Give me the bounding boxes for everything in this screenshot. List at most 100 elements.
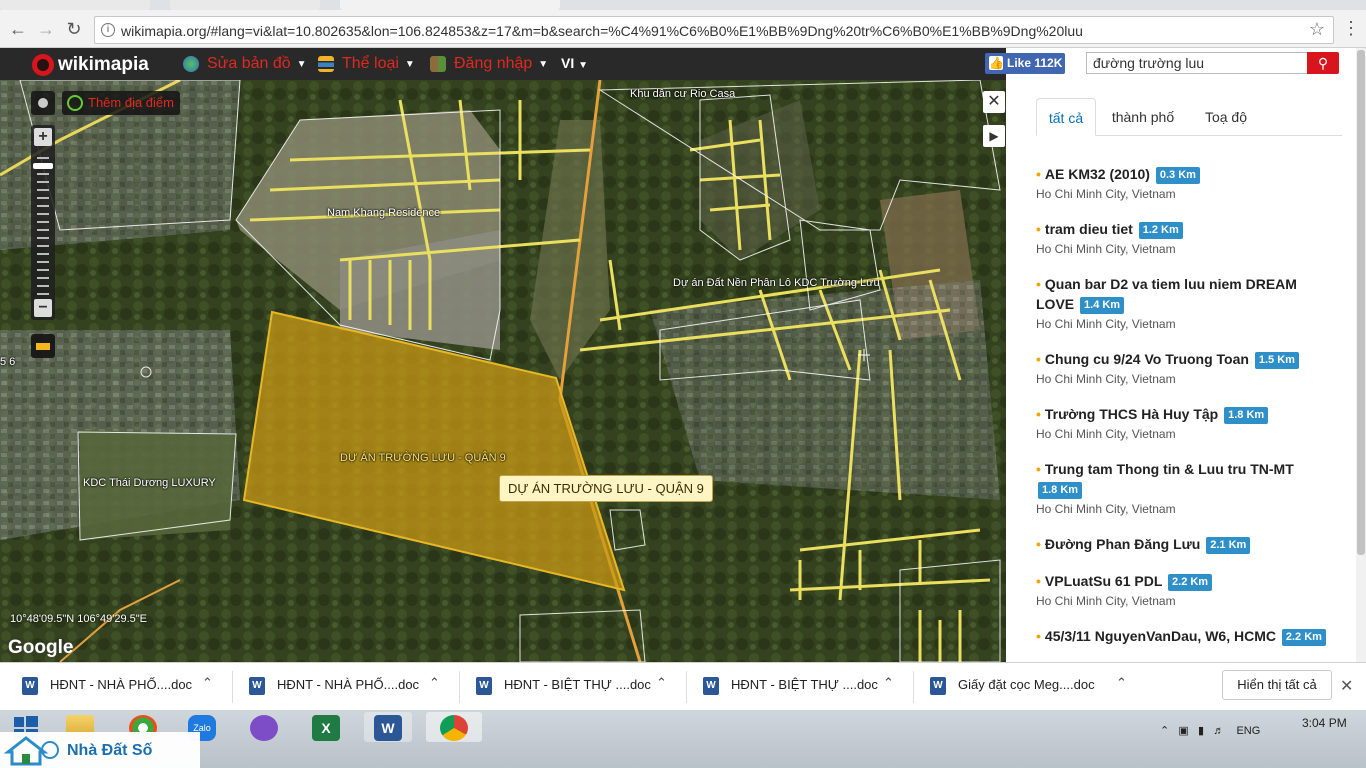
zoom-control[interactable]: + − bbox=[31, 125, 55, 320]
input-language[interactable]: ENG bbox=[1236, 725, 1260, 737]
ruler-icon[interactable] bbox=[31, 334, 55, 358]
tab-coordinates[interactable]: Toạ độ bbox=[1188, 98, 1264, 136]
taskbar-chrome[interactable] bbox=[426, 712, 482, 742]
page-scrollbar[interactable] bbox=[1356, 48, 1366, 662]
taskbar-excel[interactable]: X bbox=[302, 712, 350, 742]
result-location: Ho Chi Minh City, Vietnam bbox=[1036, 372, 1176, 386]
results-list: • AE KM32 (2010) 0.3 Km Ho Chi Minh City,… bbox=[1036, 164, 1336, 662]
close-panel-button[interactable]: ✕ bbox=[983, 91, 1005, 113]
result-location: Ho Chi Minh City, Vietnam bbox=[1036, 242, 1176, 256]
result-item[interactable]: • VPLuatSu 61 PDL 2.2 Km Ho Chi Minh City… bbox=[1036, 571, 1336, 609]
info-icon[interactable]: i bbox=[101, 23, 115, 37]
menu-edit-map[interactable]: Sửa bản đồ ▼ bbox=[183, 53, 307, 75]
zoom-slider-handle[interactable] bbox=[33, 163, 53, 169]
result-item[interactable]: • Chung cu 9/24 Vo Truong Toan 1.5 Km Ho … bbox=[1036, 349, 1336, 387]
zoom-in-button[interactable]: + bbox=[34, 128, 52, 146]
download-item[interactable]: W HĐNT - BIỆT THỰ ....doc ⌃ bbox=[703, 675, 903, 701]
close-icon[interactable]: ✕ bbox=[1340, 676, 1353, 696]
reload-button[interactable]: ↻ bbox=[62, 17, 86, 41]
result-location: Ho Chi Minh City, Vietnam bbox=[1036, 187, 1176, 201]
map-label-kdc-truong-luu[interactable]: Dự án Đất Nền Phân Lô KDC Trường Lưu bbox=[673, 277, 880, 289]
map-search-input[interactable]: đường trường luu bbox=[1086, 52, 1308, 74]
result-item[interactable]: • Đường Phan Đăng Lưu 2.1 Km bbox=[1036, 534, 1336, 554]
browser-tab-active[interactable] bbox=[340, 0, 560, 10]
zoom-slider[interactable] bbox=[37, 157, 49, 297]
tab-all[interactable]: tất cả bbox=[1036, 98, 1096, 136]
volume-icon[interactable]: ♬ bbox=[1213, 725, 1224, 737]
result-item[interactable]: • tram dieu tiet 1.2 Km Ho Chi Minh City,… bbox=[1036, 219, 1336, 257]
bookmark-star-icon[interactable]: ☆ bbox=[1309, 19, 1325, 40]
result-item[interactable]: • 45/3/11 NguyenVanDau, W6, HCMC 2.2 Km bbox=[1036, 626, 1336, 646]
address-bar[interactable]: i wikimapia.org/#lang=vi&lat=10.802635&l… bbox=[94, 16, 1334, 44]
result-item[interactable]: • Trường THCS Hà Huy Tập 1.8 Km Ho Chi Mi… bbox=[1036, 404, 1336, 442]
map-label-du-an-truong-luu[interactable]: DỰ ÁN TRƯỜNG LƯU - QUẬN 9 bbox=[340, 452, 506, 464]
result-title[interactable]: Chung cu 9/24 Vo Truong Toan bbox=[1045, 351, 1249, 367]
wikimapia-logo[interactable]: wikimapia bbox=[32, 52, 149, 78]
menu-login[interactable]: Đăng nhập ▼ bbox=[430, 53, 548, 75]
scrollbar-thumb[interactable] bbox=[1357, 50, 1365, 555]
result-title[interactable]: Trường THCS Hà Huy Tập bbox=[1045, 406, 1218, 422]
brand-watermark: Nhà Đất Số bbox=[0, 732, 200, 768]
map-canvas[interactable]: Khu dân cư Rio Casa Nam Khang Residence … bbox=[0, 80, 1006, 662]
result-item[interactable]: • Quan bar D2 va tiem luu niem DREAM LOVE… bbox=[1036, 274, 1336, 332]
map-label-nam-khang[interactable]: Nam Khang Residence bbox=[327, 207, 440, 219]
result-title[interactable]: Đường Phan Đăng Lưu bbox=[1045, 536, 1200, 552]
chevron-up-icon[interactable]: ⌃ bbox=[202, 675, 213, 691]
system-tray[interactable]: ⌃ ▣ ▮ ♬ ENG bbox=[1160, 724, 1260, 737]
locate-icon[interactable] bbox=[31, 91, 55, 115]
taskbar-word[interactable]: W bbox=[364, 712, 412, 742]
search-button[interactable]: ⚲ bbox=[1307, 52, 1339, 74]
distance-badge: 0.3 Km bbox=[1155, 167, 1200, 184]
browser-tab[interactable] bbox=[170, 0, 320, 10]
browser-tab[interactable] bbox=[0, 0, 150, 10]
chevron-up-icon[interactable]: ⌃ bbox=[656, 675, 667, 691]
result-title[interactable]: Trung tam Thong tin & Luu tru TN-MT bbox=[1045, 461, 1294, 477]
chevron-up-icon[interactable]: ⌃ bbox=[429, 675, 440, 691]
result-item[interactable]: • Trung tam Thong tin & Luu tru TN-MT 1.8… bbox=[1036, 459, 1336, 517]
zoom-out-button[interactable]: − bbox=[34, 299, 52, 317]
download-item[interactable]: W HĐNT - BIỆT THỰ ....doc ⌃ bbox=[476, 675, 676, 701]
distance-badge: 1.4 Km bbox=[1080, 297, 1125, 314]
wikimapia-logo-text: wikimapia bbox=[58, 54, 149, 75]
distance-badge: 1.8 Km bbox=[1224, 407, 1269, 424]
download-filename: HĐNT - BIỆT THỰ ....doc bbox=[731, 677, 878, 692]
result-title[interactable]: 45/3/11 NguyenVanDau, W6, HCMC bbox=[1045, 628, 1276, 644]
menu-categories[interactable]: Thể loại ▼ bbox=[318, 53, 415, 75]
download-item[interactable]: W HĐNT - NHÀ PHỐ....doc ⌃ bbox=[22, 675, 222, 701]
taskbar-viber[interactable] bbox=[240, 712, 288, 742]
network-icon[interactable]: ▣ bbox=[1178, 725, 1188, 737]
result-title[interactable]: AE KM32 (2010) bbox=[1045, 166, 1150, 182]
forward-button[interactable]: → bbox=[34, 17, 58, 41]
browser-menu-icon[interactable]: ⋮ bbox=[1342, 18, 1360, 42]
menu-categories-label: Thể loại bbox=[342, 55, 399, 72]
add-place-button[interactable]: Thêm địa điểm bbox=[62, 91, 180, 115]
brand-name: Nhà Đất Số bbox=[67, 742, 153, 759]
clock[interactable]: 3:04 PM bbox=[1302, 716, 1347, 730]
download-item[interactable]: W HĐNT - NHÀ PHỐ....doc ⌃ bbox=[249, 675, 449, 701]
panel-arrow-button[interactable]: ▶ bbox=[983, 125, 1005, 147]
divider bbox=[459, 671, 460, 703]
login-door-icon bbox=[430, 56, 446, 72]
result-title[interactable]: VPLuatSu 61 PDL bbox=[1045, 573, 1162, 589]
language-select[interactable]: VI ▼ bbox=[561, 55, 588, 71]
word-doc-icon: W bbox=[22, 677, 38, 695]
download-item[interactable]: W Giấy đặt cọc Meg....doc ⌃ bbox=[930, 675, 1130, 701]
facebook-like-button[interactable]: 👍 Like 112K bbox=[985, 53, 1065, 74]
chevron-up-icon[interactable]: ⌃ bbox=[1116, 675, 1127, 691]
result-location: Ho Chi Minh City, Vietnam bbox=[1036, 502, 1176, 516]
tab-city[interactable]: thành phố bbox=[1102, 98, 1184, 136]
map-label-kdc-thai-duong[interactable]: KDC Thái Dương LUXURY bbox=[83, 477, 216, 489]
back-button[interactable]: ← bbox=[6, 17, 30, 41]
distance-badge: 2.2 Km bbox=[1281, 629, 1326, 646]
word-doc-icon: W bbox=[476, 677, 492, 695]
chevron-up-icon[interactable]: ⌃ bbox=[1160, 725, 1169, 737]
category-tree-icon bbox=[318, 56, 334, 72]
result-item[interactable]: • AE KM32 (2010) 0.3 Km Ho Chi Minh City,… bbox=[1036, 164, 1336, 202]
battery-icon[interactable]: ▮ bbox=[1198, 725, 1204, 737]
chevron-up-icon[interactable]: ⌃ bbox=[883, 675, 894, 691]
result-title[interactable]: tram dieu tiet bbox=[1045, 221, 1133, 237]
result-location: Ho Chi Minh City, Vietnam bbox=[1036, 317, 1176, 331]
result-title[interactable]: Quan bar D2 va tiem luu niem DREAM LOVE bbox=[1036, 276, 1297, 312]
show-all-downloads-button[interactable]: Hiển thị tất cả bbox=[1222, 670, 1332, 700]
map-label-rio-casa[interactable]: Khu dân cư Rio Casa bbox=[630, 88, 735, 100]
